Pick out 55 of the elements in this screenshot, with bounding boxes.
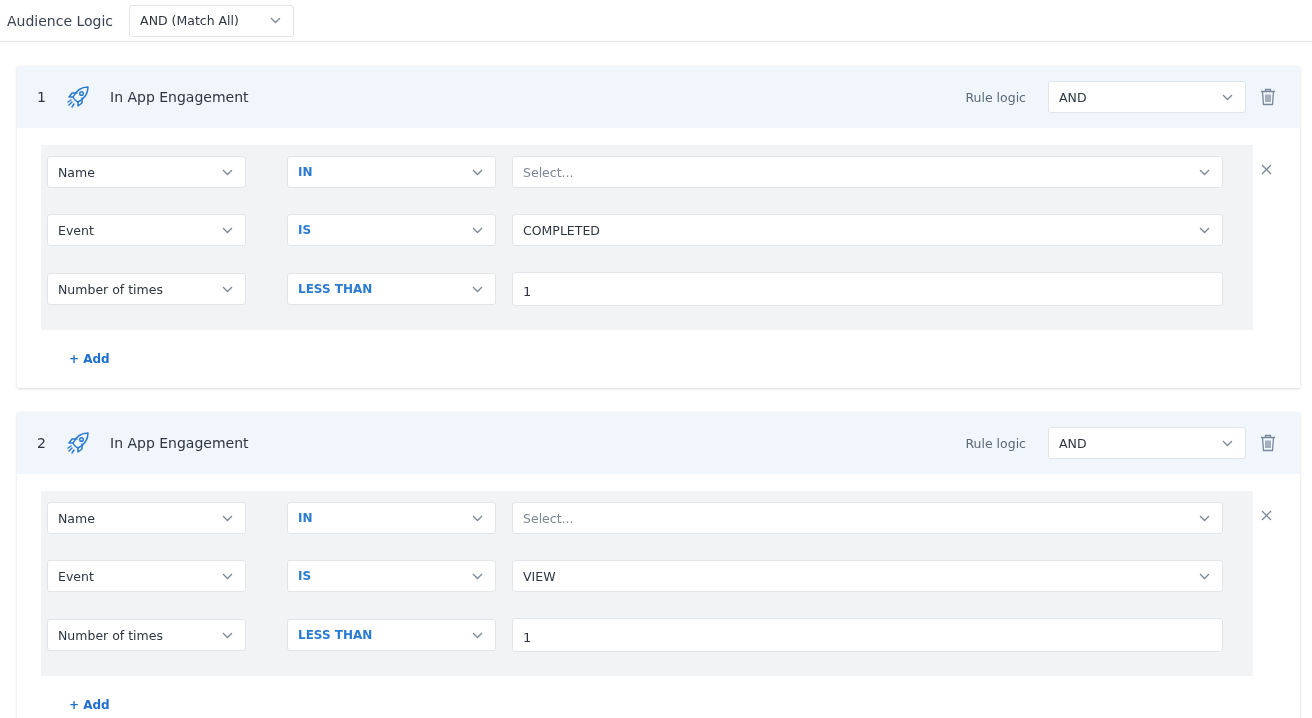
rocket-icon [66,431,90,455]
field-dropdown[interactable]: Name [47,156,246,188]
chevron-down-icon [1222,439,1233,447]
delete-icon[interactable] [1260,434,1276,452]
rule-title: In App Engagement [110,435,250,451]
value-dropdown[interactable]: Select... [512,502,1223,534]
chevron-down-icon [222,226,233,234]
value-dropdown[interactable]: COMPLETED [512,214,1223,246]
chevron-down-icon [222,168,233,176]
audience-logic-label: Audience Logic [7,12,114,29]
add-link[interactable]: + Add [69,698,110,712]
rule-title: In App Engagement [110,89,250,105]
field-dropdown[interactable]: Event [47,214,246,246]
chevron-down-icon [222,572,233,580]
chevron-down-icon [1199,572,1210,580]
chevron-down-icon [222,285,233,293]
operator-dropdown[interactable]: IS [287,214,496,246]
chevron-down-icon [472,514,483,522]
chevron-down-icon [1199,514,1210,522]
rule-logic-dropdown[interactable]: AND [1048,427,1246,459]
chevron-down-icon [472,572,483,580]
delete-icon[interactable] [1260,88,1276,106]
field-dropdown[interactable]: Number of times [47,273,246,305]
rule-logic-label: Rule logic [965,89,1026,105]
chevron-down-icon [1199,226,1210,234]
rule-logic-label: Rule logic [965,435,1026,451]
chevron-down-icon [1199,168,1210,176]
field-dropdown[interactable]: Event [47,560,246,592]
operator-dropdown[interactable]: IN [287,502,496,534]
chevron-down-icon [1222,93,1233,101]
chevron-down-icon [472,168,483,176]
rule-logic-dropdown[interactable]: AND [1048,81,1246,113]
chevron-down-icon [472,631,483,639]
value-input-field[interactable]: 1 [512,618,1223,652]
chevron-down-icon [270,17,282,24]
value-dropdown[interactable]: Select... [512,156,1223,188]
operator-dropdown[interactable]: LESS THAN [287,273,496,305]
chevron-down-icon [472,285,483,293]
rule-number: 2 [37,435,47,451]
rule-number: 1 [37,89,47,105]
close-icon[interactable] [1261,510,1272,521]
rocket-icon [66,85,90,109]
field-dropdown[interactable]: Number of times [47,619,246,651]
operator-dropdown[interactable]: IN [287,156,496,188]
value-input-field[interactable]: 1 [512,272,1223,306]
audience-logic-dropdown[interactable]: AND (Match All) [129,4,295,37]
chevron-down-icon [472,226,483,234]
close-icon[interactable] [1261,164,1272,175]
chevron-down-icon [222,514,233,522]
value-dropdown[interactable]: VIEW [512,560,1223,592]
operator-dropdown[interactable]: LESS THAN [287,619,496,651]
chevron-down-icon [222,631,233,639]
add-link[interactable]: + Add [69,352,110,366]
operator-dropdown[interactable]: IS [287,560,496,592]
field-dropdown[interactable]: Name [47,502,246,534]
